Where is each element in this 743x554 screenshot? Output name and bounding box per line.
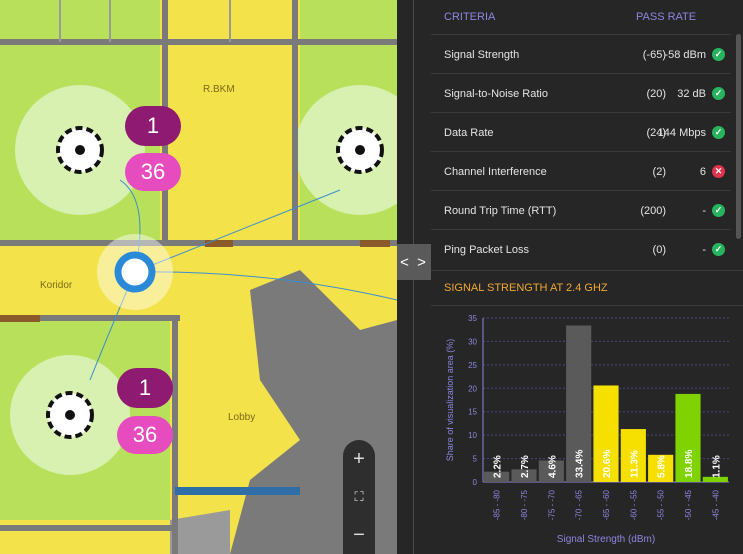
criteria-value: 144 Mbps	[657, 127, 706, 139]
ap-channel-badge[interactable]: 36	[125, 153, 181, 191]
criteria-name: Signal Strength	[444, 49, 520, 61]
y-tick-label: 5	[473, 455, 478, 464]
bar-value-label: 1.1%	[711, 455, 722, 478]
y-tick-label: 0	[473, 478, 478, 487]
access-point-icon[interactable]	[46, 391, 94, 439]
x-axis-label: Signal Strength (dBm)	[557, 534, 655, 545]
zoom-in-button[interactable]: +	[343, 440, 375, 478]
zoom-controls: + ⛶ −	[343, 440, 375, 554]
x-tick-label: -70 - -65	[575, 489, 584, 520]
check-icon: ✓	[712, 48, 725, 61]
criteria-threshold: (0)	[652, 244, 666, 256]
x-tick-label: -60 - -55	[629, 489, 638, 520]
criteria-threshold: (200)	[640, 205, 666, 217]
y-tick-label: 10	[468, 431, 477, 440]
bar-value-label: 2.7%	[520, 455, 531, 478]
panel-toggle-button[interactable]: < >	[397, 244, 431, 280]
section-title: SIGNAL STRENGTH AT 2.4 GHZ	[431, 270, 743, 306]
bar-value-label: 5.8%	[657, 455, 668, 478]
room-label: Lobby	[228, 412, 256, 423]
fit-view-button[interactable]: ⛶	[343, 478, 375, 516]
room-label: Koridor	[40, 280, 73, 291]
criteria-row[interactable]: Signal Strength (-65) -58 dBm ✓	[431, 34, 731, 74]
criteria-value: -	[702, 205, 706, 217]
signal-strength-chart: 0 5 10 15 20 25 30 35 Share of visualization are…	[445, 314, 729, 545]
criteria-value: 6	[699, 166, 706, 178]
y-tick-label: 15	[468, 408, 477, 417]
ap-count-badge[interactable]: 1	[125, 106, 181, 146]
bar-value-label: 4.6%	[547, 455, 558, 478]
pass-rate-column-label: PASS RATE	[636, 11, 697, 23]
x-tick-label: -80 - -75	[520, 489, 529, 520]
criteria-header: CRITERIA PASS RATE	[431, 0, 743, 34]
room-label: R.BKM	[203, 84, 235, 95]
y-tick-label: 25	[468, 361, 477, 370]
criteria-column-label: CRITERIA	[444, 11, 496, 23]
access-point-icon[interactable]	[336, 126, 384, 174]
check-icon: ✓	[712, 243, 725, 256]
y-tick-label: 35	[468, 314, 477, 323]
criteria-name: Signal-to-Noise Ratio	[444, 88, 548, 100]
y-axis-label: Share of visualization area (%)	[445, 339, 455, 462]
bar-value-label: 20.6%	[602, 450, 613, 478]
x-tick-label: -55 - -50	[657, 489, 666, 520]
criteria-row[interactable]: Signal-to-Noise Ratio (20) 32 dB ✓	[431, 73, 731, 113]
bar-value-label: 18.8%	[684, 450, 695, 478]
criteria-value: -58 dBm	[664, 49, 706, 61]
x-tick-label: -65 - -60	[602, 489, 611, 520]
bar-value-label: 11.3%	[629, 450, 640, 478]
floor-plan-map[interactable]: 1 36 1 36 R.BKM Koridor Lobby + ⛶ −	[0, 0, 397, 554]
check-icon: ✓	[712, 126, 725, 139]
criteria-threshold: (-65)	[642, 49, 666, 61]
y-tick-label: 30	[468, 337, 477, 346]
criteria-value: 32 dB	[677, 88, 706, 100]
criteria-threshold: (20)	[646, 88, 666, 100]
x-tick-label: -85 - -80	[493, 489, 502, 520]
criteria-value: -	[702, 244, 706, 256]
bar-value-label: 33.4%	[575, 450, 586, 478]
criteria-row[interactable]: Ping Packet Loss (0) - ✓	[431, 229, 731, 269]
ap-count-badge[interactable]: 1	[117, 368, 173, 408]
measurement-point-icon[interactable]	[97, 234, 173, 310]
criteria-row[interactable]: Round Trip Time (RTT) (200) - ✓	[431, 190, 731, 230]
access-point-icon[interactable]	[56, 126, 104, 174]
cross-icon: ✕	[712, 165, 725, 178]
check-icon: ✓	[712, 87, 725, 100]
criteria-name: Channel Interference	[444, 166, 547, 178]
y-tick-label: 20	[468, 384, 477, 393]
zoom-out-button[interactable]: −	[343, 516, 375, 554]
criteria-name: Ping Packet Loss	[444, 244, 529, 256]
criteria-name: Round Trip Time (RTT)	[444, 205, 557, 217]
ap-channel-badge[interactable]: 36	[117, 416, 173, 454]
floor-plan-canvas[interactable]	[0, 0, 397, 554]
criteria-row[interactable]: Data Rate (24) 144 Mbps ✓	[431, 112, 731, 152]
criteria-name: Data Rate	[444, 127, 494, 139]
x-tick-label: -50 - -45	[684, 489, 693, 520]
criteria-threshold: (2)	[652, 166, 666, 178]
criteria-row[interactable]: Channel Interference (2) 6 ✕	[431, 151, 731, 191]
x-tick-label: -75 - -70	[547, 489, 556, 520]
check-icon: ✓	[712, 204, 725, 217]
bar-value-label: 2.2%	[493, 455, 504, 478]
x-tick-label: -45 - -40	[711, 489, 720, 520]
criteria-scrollbar[interactable]	[736, 34, 741, 239]
results-panel: CRITERIA PASS RATE Signal Strength (-65) -…	[431, 0, 743, 554]
